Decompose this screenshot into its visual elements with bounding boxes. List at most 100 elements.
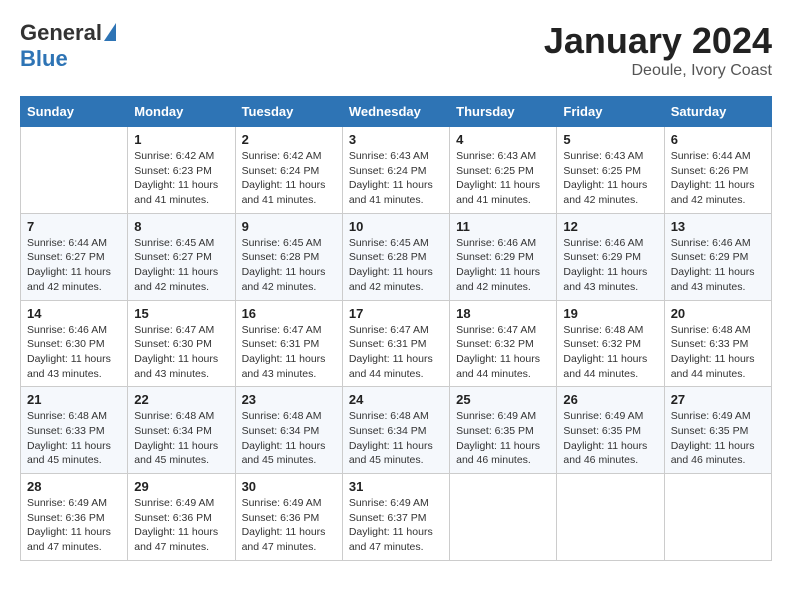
cell-sun-info: Sunrise: 6:46 AMSunset: 6:29 PMDaylight:… bbox=[671, 236, 765, 295]
cell-sun-info: Sunrise: 6:49 AMSunset: 6:37 PMDaylight:… bbox=[349, 496, 443, 555]
cell-sun-info: Sunrise: 6:45 AMSunset: 6:27 PMDaylight:… bbox=[134, 236, 228, 295]
day-number: 19 bbox=[563, 306, 657, 321]
day-number: 20 bbox=[671, 306, 765, 321]
day-number: 17 bbox=[349, 306, 443, 321]
cell-sun-info: Sunrise: 6:44 AMSunset: 6:26 PMDaylight:… bbox=[671, 149, 765, 208]
cell-sun-info: Sunrise: 6:49 AMSunset: 6:35 PMDaylight:… bbox=[563, 409, 657, 468]
day-number: 27 bbox=[671, 392, 765, 407]
calendar-cell: 16 Sunrise: 6:47 AMSunset: 6:31 PMDayligh… bbox=[235, 300, 342, 387]
cell-sun-info: Sunrise: 6:49 AMSunset: 6:36 PMDaylight:… bbox=[134, 496, 228, 555]
calendar-cell: 21 Sunrise: 6:48 AMSunset: 6:33 PMDayligh… bbox=[21, 387, 128, 474]
day-number: 3 bbox=[349, 132, 443, 147]
calendar-cell: 23 Sunrise: 6:48 AMSunset: 6:34 PMDayligh… bbox=[235, 387, 342, 474]
cell-sun-info: Sunrise: 6:48 AMSunset: 6:34 PMDaylight:… bbox=[134, 409, 228, 468]
day-number: 5 bbox=[563, 132, 657, 147]
logo-triangle-icon bbox=[104, 23, 116, 41]
day-number: 29 bbox=[134, 479, 228, 494]
day-number: 21 bbox=[27, 392, 121, 407]
logo-general-text: General bbox=[20, 20, 102, 46]
day-number: 23 bbox=[242, 392, 336, 407]
day-number: 7 bbox=[27, 219, 121, 234]
header-saturday: Saturday bbox=[664, 97, 771, 127]
cell-sun-info: Sunrise: 6:49 AMSunset: 6:35 PMDaylight:… bbox=[671, 409, 765, 468]
header-friday: Friday bbox=[557, 97, 664, 127]
day-number: 6 bbox=[671, 132, 765, 147]
calendar-cell: 27 Sunrise: 6:49 AMSunset: 6:35 PMDayligh… bbox=[664, 387, 771, 474]
calendar-cell: 7Sunrise: 6:44 AMSunset: 6:27 PMDaylight… bbox=[21, 213, 128, 300]
calendar-week-row: 21 Sunrise: 6:48 AMSunset: 6:33 PMDayligh… bbox=[21, 387, 772, 474]
day-number: 13 bbox=[671, 219, 765, 234]
calendar-cell: 26 Sunrise: 6:49 AMSunset: 6:35 PMDayligh… bbox=[557, 387, 664, 474]
cell-sun-info: Sunrise: 6:45 AMSunset: 6:28 PMDaylight:… bbox=[242, 236, 336, 295]
cell-sun-info: Sunrise: 6:47 AMSunset: 6:30 PMDaylight:… bbox=[134, 323, 228, 382]
day-number: 16 bbox=[242, 306, 336, 321]
cell-sun-info: Sunrise: 6:42 AMSunset: 6:24 PMDaylight:… bbox=[242, 149, 336, 208]
calendar-cell: 1Sunrise: 6:42 AMSunset: 6:23 PMDaylight… bbox=[128, 127, 235, 214]
cell-sun-info: Sunrise: 6:43 AMSunset: 6:24 PMDaylight:… bbox=[349, 149, 443, 208]
calendar-title: January 2024 bbox=[544, 20, 772, 62]
page-header: General Blue January 2024 Deoule, Ivory … bbox=[20, 20, 772, 80]
cell-sun-info: Sunrise: 6:42 AMSunset: 6:23 PMDaylight:… bbox=[134, 149, 228, 208]
calendar-cell: 9 Sunrise: 6:45 AMSunset: 6:28 PMDaylight… bbox=[235, 213, 342, 300]
day-number: 25 bbox=[456, 392, 550, 407]
header-monday: Monday bbox=[128, 97, 235, 127]
calendar-week-row: 14Sunrise: 6:46 AMSunset: 6:30 PMDayligh… bbox=[21, 300, 772, 387]
cell-sun-info: Sunrise: 6:48 AMSunset: 6:34 PMDaylight:… bbox=[242, 409, 336, 468]
day-number: 31 bbox=[349, 479, 443, 494]
header-tuesday: Tuesday bbox=[235, 97, 342, 127]
calendar-cell: 13 Sunrise: 6:46 AMSunset: 6:29 PMDayligh… bbox=[664, 213, 771, 300]
cell-sun-info: Sunrise: 6:48 AMSunset: 6:33 PMDaylight:… bbox=[27, 409, 121, 468]
calendar-cell: 29 Sunrise: 6:49 AMSunset: 6:36 PMDayligh… bbox=[128, 474, 235, 561]
cell-sun-info: Sunrise: 6:45 AMSunset: 6:28 PMDaylight:… bbox=[349, 236, 443, 295]
cell-sun-info: Sunrise: 6:47 AMSunset: 6:31 PMDaylight:… bbox=[242, 323, 336, 382]
calendar-cell: 30 Sunrise: 6:49 AMSunset: 6:36 PMDayligh… bbox=[235, 474, 342, 561]
calendar-cell: 15 Sunrise: 6:47 AMSunset: 6:30 PMDayligh… bbox=[128, 300, 235, 387]
day-number: 26 bbox=[563, 392, 657, 407]
day-number: 30 bbox=[242, 479, 336, 494]
day-number: 28 bbox=[27, 479, 121, 494]
day-number: 9 bbox=[242, 219, 336, 234]
title-block: January 2024 Deoule, Ivory Coast bbox=[544, 20, 772, 80]
cell-sun-info: Sunrise: 6:46 AMSunset: 6:29 PMDaylight:… bbox=[563, 236, 657, 295]
day-number: 18 bbox=[456, 306, 550, 321]
calendar-cell: 25Sunrise: 6:49 AMSunset: 6:35 PMDayligh… bbox=[450, 387, 557, 474]
calendar-location: Deoule, Ivory Coast bbox=[544, 62, 772, 80]
cell-sun-info: Sunrise: 6:46 AMSunset: 6:30 PMDaylight:… bbox=[27, 323, 121, 382]
cell-sun-info: Sunrise: 6:48 AMSunset: 6:34 PMDaylight:… bbox=[349, 409, 443, 468]
calendar-cell: 14Sunrise: 6:46 AMSunset: 6:30 PMDayligh… bbox=[21, 300, 128, 387]
calendar-week-row: 28 Sunrise: 6:49 AMSunset: 6:36 PMDayligh… bbox=[21, 474, 772, 561]
cell-sun-info: Sunrise: 6:49 AMSunset: 6:36 PMDaylight:… bbox=[27, 496, 121, 555]
day-number: 8 bbox=[134, 219, 228, 234]
calendar-header-row: SundayMondayTuesdayWednesdayThursdayFrid… bbox=[21, 97, 772, 127]
calendar-cell: 18 Sunrise: 6:47 AMSunset: 6:32 PMDayligh… bbox=[450, 300, 557, 387]
calendar-cell: 12 Sunrise: 6:46 AMSunset: 6:29 PMDayligh… bbox=[557, 213, 664, 300]
cell-sun-info: Sunrise: 6:49 AMSunset: 6:36 PMDaylight:… bbox=[242, 496, 336, 555]
cell-sun-info: Sunrise: 6:47 AMSunset: 6:31 PMDaylight:… bbox=[349, 323, 443, 382]
calendar-cell: 28 Sunrise: 6:49 AMSunset: 6:36 PMDayligh… bbox=[21, 474, 128, 561]
calendar-cell: 31 Sunrise: 6:49 AMSunset: 6:37 PMDayligh… bbox=[342, 474, 449, 561]
header-wednesday: Wednesday bbox=[342, 97, 449, 127]
cell-sun-info: Sunrise: 6:47 AMSunset: 6:32 PMDaylight:… bbox=[456, 323, 550, 382]
day-number: 11 bbox=[456, 219, 550, 234]
logo: General Blue bbox=[20, 20, 116, 72]
calendar-cell: 17 Sunrise: 6:47 AMSunset: 6:31 PMDayligh… bbox=[342, 300, 449, 387]
cell-sun-info: Sunrise: 6:43 AMSunset: 6:25 PMDaylight:… bbox=[456, 149, 550, 208]
cell-sun-info: Sunrise: 6:48 AMSunset: 6:33 PMDaylight:… bbox=[671, 323, 765, 382]
day-number: 2 bbox=[242, 132, 336, 147]
calendar-cell: 4Sunrise: 6:43 AMSunset: 6:25 PMDaylight… bbox=[450, 127, 557, 214]
calendar-week-row: 1Sunrise: 6:42 AMSunset: 6:23 PMDaylight… bbox=[21, 127, 772, 214]
logo-blue-text: Blue bbox=[20, 46, 68, 72]
day-number: 10 bbox=[349, 219, 443, 234]
cell-sun-info: Sunrise: 6:48 AMSunset: 6:32 PMDaylight:… bbox=[563, 323, 657, 382]
day-number: 15 bbox=[134, 306, 228, 321]
header-thursday: Thursday bbox=[450, 97, 557, 127]
calendar-week-row: 7Sunrise: 6:44 AMSunset: 6:27 PMDaylight… bbox=[21, 213, 772, 300]
cell-sun-info: Sunrise: 6:46 AMSunset: 6:29 PMDaylight:… bbox=[456, 236, 550, 295]
calendar-cell: 11 Sunrise: 6:46 AMSunset: 6:29 PMDayligh… bbox=[450, 213, 557, 300]
calendar-cell: 10 Sunrise: 6:45 AMSunset: 6:28 PMDayligh… bbox=[342, 213, 449, 300]
day-number: 12 bbox=[563, 219, 657, 234]
calendar-cell bbox=[557, 474, 664, 561]
calendar-cell bbox=[450, 474, 557, 561]
calendar-table: SundayMondayTuesdayWednesdayThursdayFrid… bbox=[20, 96, 772, 561]
calendar-cell bbox=[21, 127, 128, 214]
